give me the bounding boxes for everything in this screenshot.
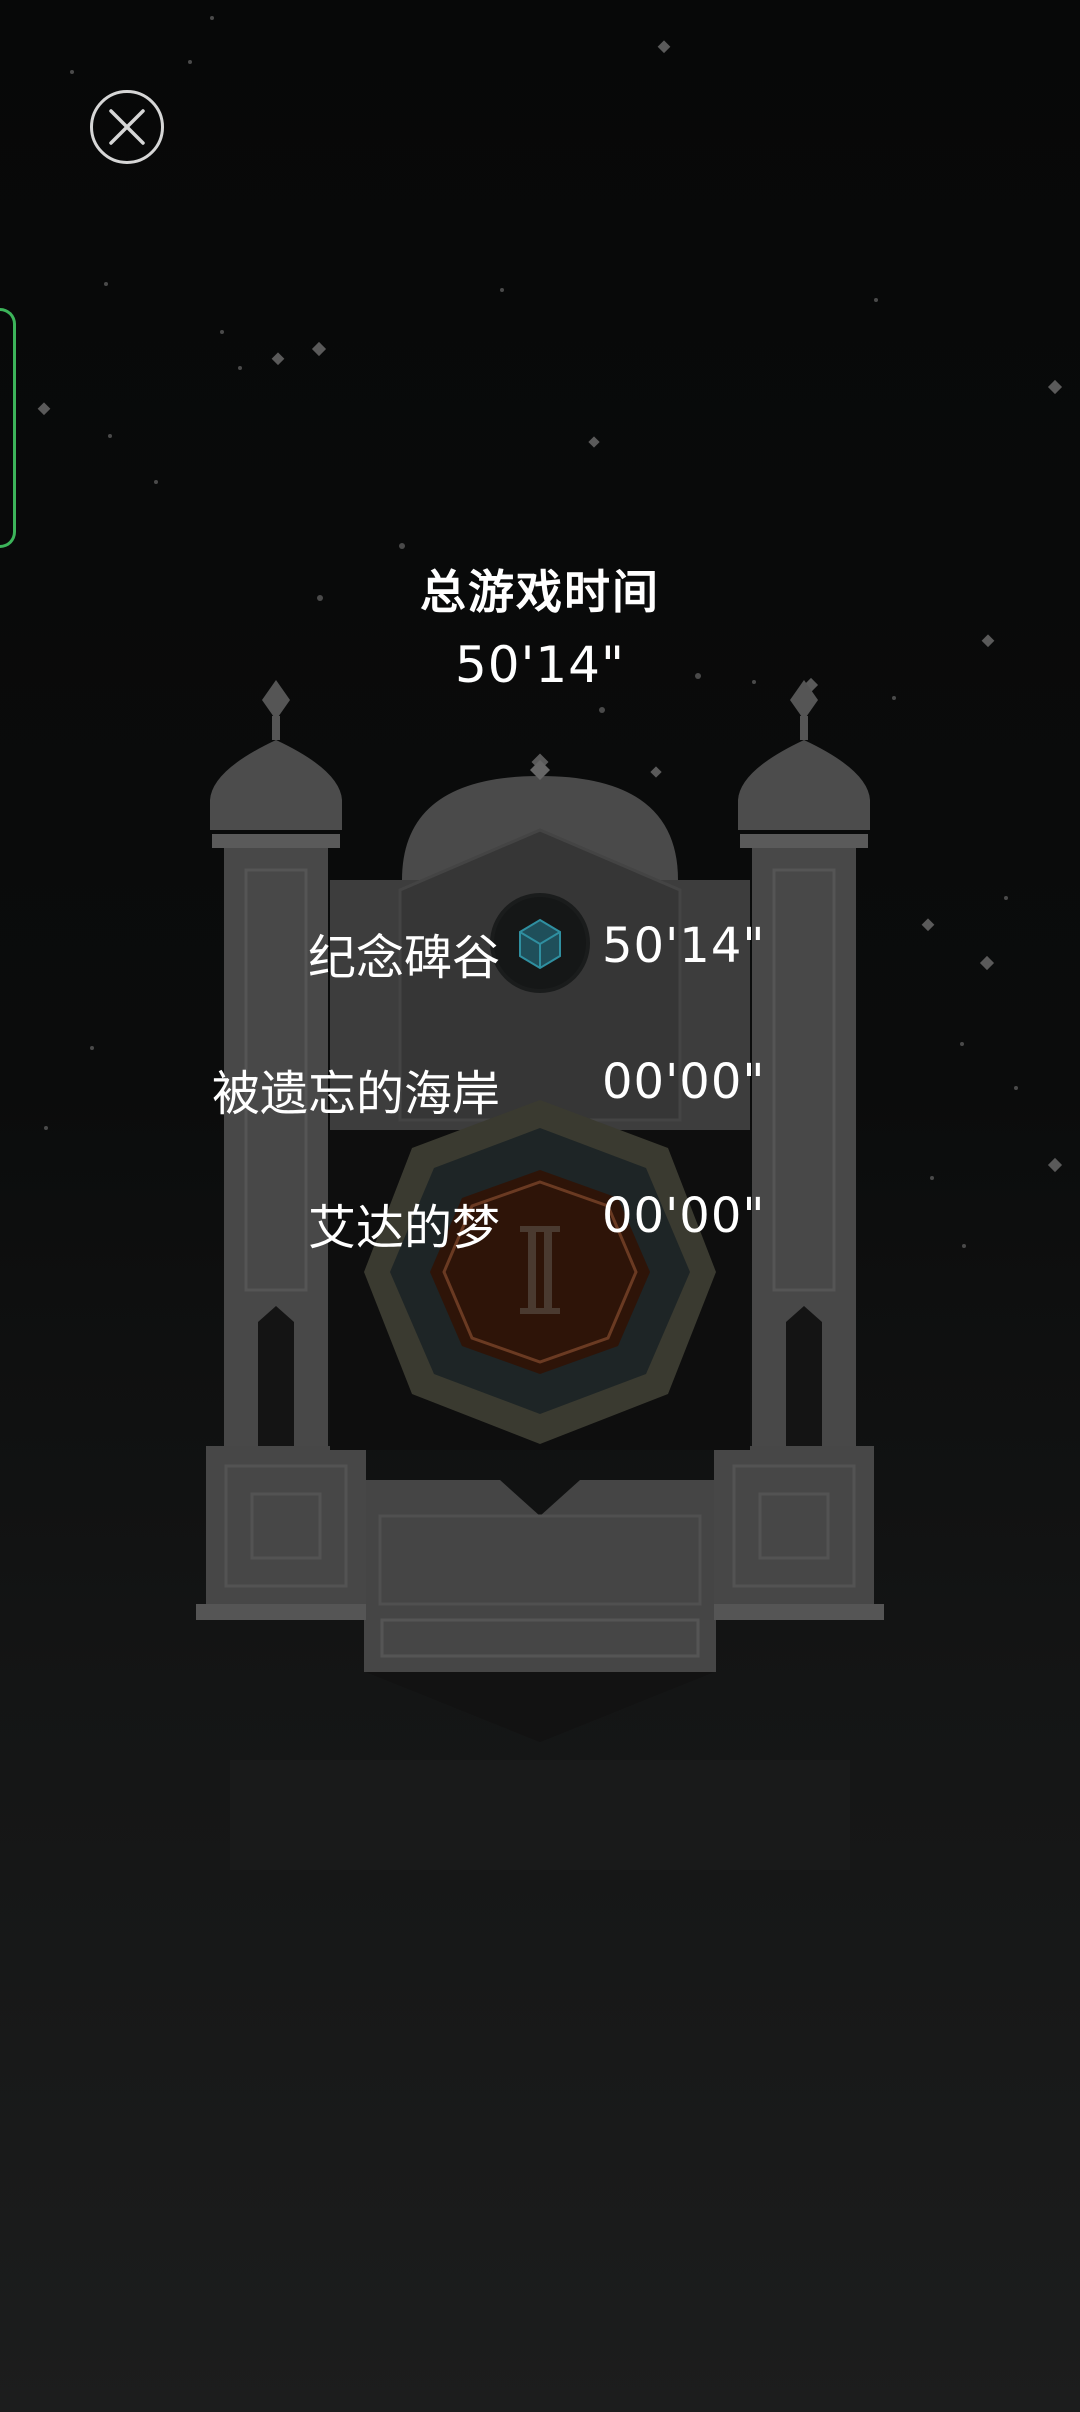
side-pull-tab[interactable] [0,308,16,548]
monument-pedestal [364,1480,716,1742]
chapter-name-2: 被遗忘的海岸 [211,1066,500,1122]
chapter-time-3: 00'00" [602,1188,766,1244]
chapter-time-2: 00'00" [602,1054,766,1110]
total-play-time-value: 50'14" [455,636,625,694]
total-play-time-title: 总游戏时间 [420,565,660,619]
chapter-name-1: 纪念碑谷 [307,930,500,986]
cube-icon [490,893,590,993]
monument-illustration [196,680,884,1870]
chapter-name-3: 艾达的梦 [307,1200,500,1256]
close-icon [109,109,145,145]
chapter-seal [364,1100,716,1444]
chapter-time-1: 50'14" [602,918,766,974]
monument-shadow [230,1760,850,1870]
close-button[interactable] [90,90,164,164]
